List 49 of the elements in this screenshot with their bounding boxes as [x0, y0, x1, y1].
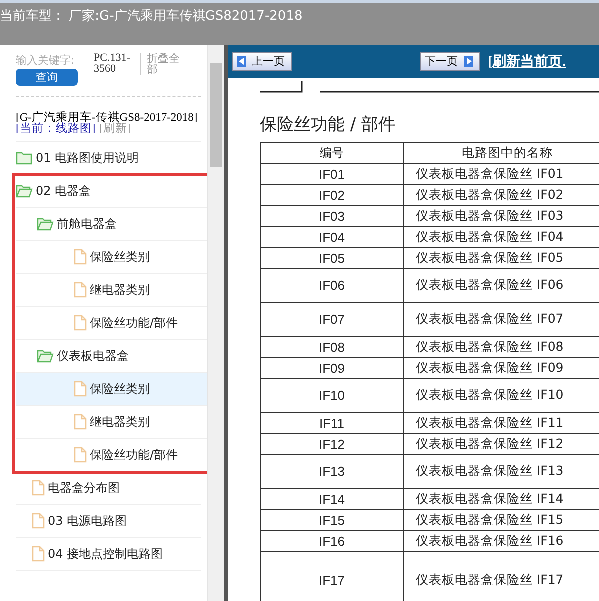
table-cell: IF05 [260, 248, 404, 268]
table-cell: IF14 [260, 488, 404, 510]
open-folder-icon [37, 349, 54, 363]
vehicle-title: 当前车型： 厂家:G-广汽乘用车传祺GS82017-2018 [0, 8, 303, 25]
document-title: 保险丝功能 / 部件 [260, 114, 396, 136]
search-button[interactable]: 查询 [16, 69, 78, 86]
next-page-button[interactable]: 下一页 [420, 52, 480, 71]
document-icon [74, 249, 87, 265]
table-cell: IF09 [260, 358, 404, 378]
document-icon [74, 447, 87, 463]
folder-icon [16, 151, 33, 165]
table-cell: IF11 [260, 412, 404, 434]
document-icon [74, 315, 87, 331]
table-cell: IF07 [260, 302, 404, 336]
table-cell: IF10 [260, 378, 404, 412]
right-arrow-icon [466, 58, 472, 65]
document-icon [32, 513, 45, 529]
tree-item[interactable]: 电器盒分布图 [16, 472, 201, 505]
tree-item[interactable]: 03 电源电路图 [16, 505, 201, 538]
tree-item[interactable]: 保险丝类别 [16, 373, 207, 406]
open-folder-icon [37, 217, 54, 231]
left-arrow-icon [238, 58, 244, 65]
column-header: 电路图中的名称 [404, 142, 599, 164]
current-view-link[interactable]: [当前：线路图] [16, 123, 96, 135]
code-text: PC.131-3560 [94, 53, 141, 75]
scrollbar[interactable] [207, 45, 224, 601]
table-cell: IF13 [260, 454, 404, 488]
open-folder-icon [16, 184, 33, 198]
table-cell: IF15 [260, 510, 404, 530]
document-icon [74, 282, 87, 298]
document-icon [74, 381, 87, 397]
prev-page-button[interactable]: 上一页 [232, 52, 292, 71]
tree-item[interactable]: 01 电路图使用说明 [16, 142, 201, 175]
column-header: 编号 [260, 142, 404, 164]
document-icon [32, 480, 45, 496]
table-cell: IF17 [260, 552, 404, 601]
document-icon [74, 414, 87, 430]
table-cell: IF03 [260, 206, 404, 226]
table-cell: IF06 [260, 268, 404, 302]
table-cell: IF08 [260, 336, 404, 358]
table-cell: IF01 [260, 164, 404, 184]
table-cell: IF12 [260, 434, 404, 454]
table-cell: IF02 [260, 184, 404, 206]
table-cell: IF04 [260, 226, 404, 248]
tree-item[interactable]: 04 接地点控制电路图 [16, 538, 201, 571]
table-cell: IF16 [260, 530, 404, 552]
vehicle-label: [G-广汽乘用车-传祺GS8-2017-2018] [16, 113, 199, 124]
refresh-page-link[interactable]: [刷新当前页. [488, 52, 566, 70]
document-icon [32, 546, 45, 562]
